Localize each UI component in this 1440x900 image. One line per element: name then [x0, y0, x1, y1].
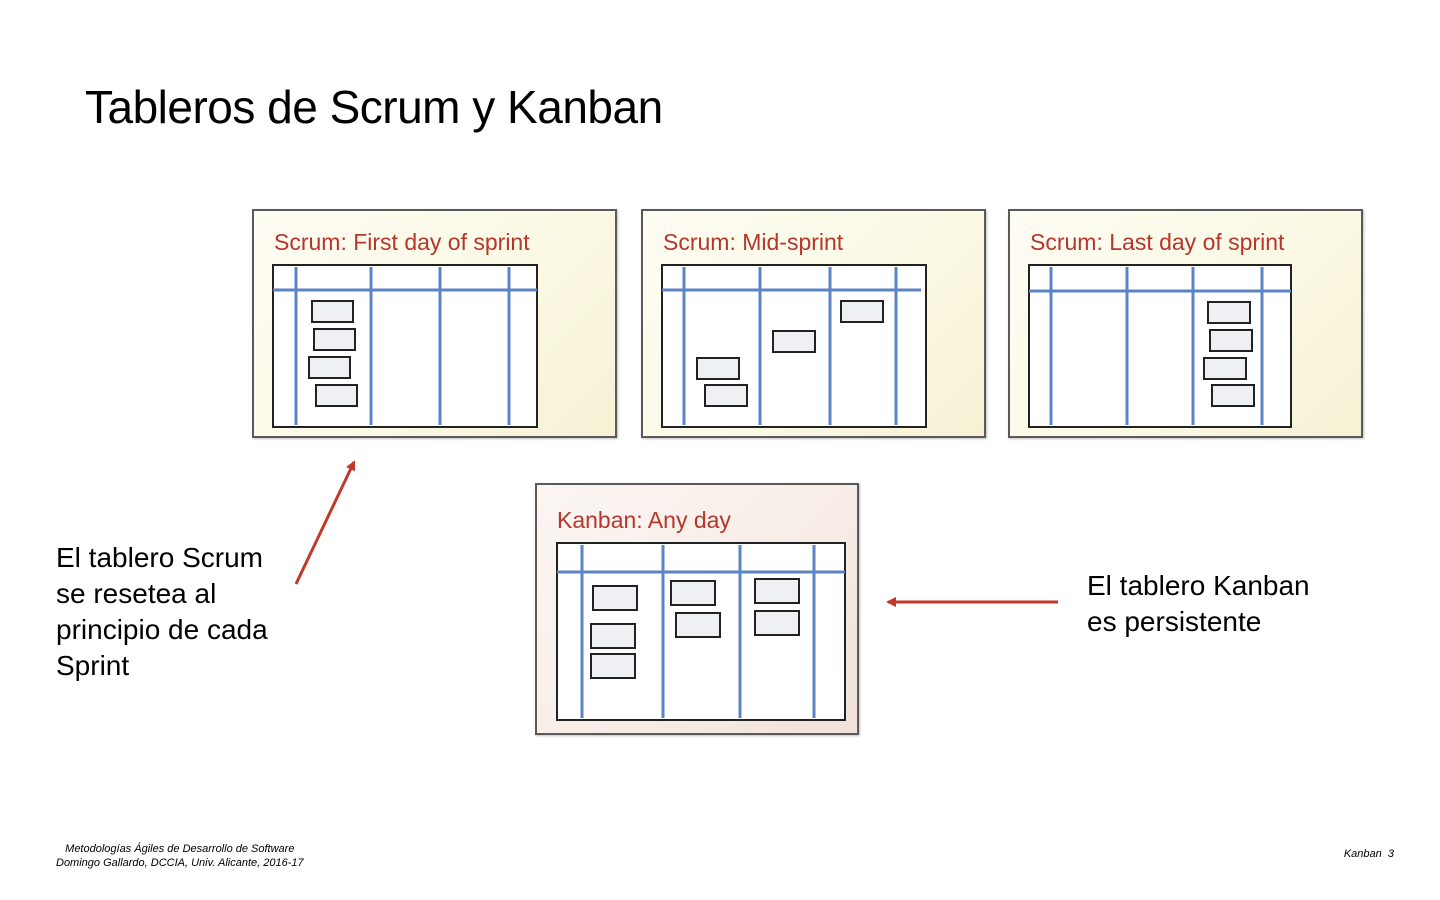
arrow-to-scrum-board — [294, 460, 356, 585]
slide: Tableros de Scrum y Kanban Scrum: First … — [0, 0, 1440, 900]
footer-page-info: Kanban 3 — [1344, 848, 1394, 860]
annotation-arrows — [294, 460, 1058, 607]
page-number: 3 — [1387, 848, 1394, 860]
note-line: es persistente — [1087, 606, 1262, 637]
note-line: El tablero Kanban — [1087, 570, 1310, 601]
note-scrum-reset: El tablero Scrum se resetea al principio… — [56, 540, 268, 684]
note-line: Sprint — [56, 650, 130, 681]
note-kanban-persistent: El tablero Kanban es persistente — [1087, 568, 1310, 640]
note-line: se resetea al — [56, 578, 217, 609]
footer-credits: Metodologías Ágiles de Desarrollo de Sof… — [56, 842, 304, 870]
note-line: El tablero Scrum — [56, 542, 263, 573]
footer-author: Domingo Gallardo, DCCIA, Univ. Alicante,… — [56, 857, 304, 869]
footer-course: Metodologías Ágiles de Desarrollo de Sof… — [65, 843, 295, 855]
note-line: principio de cada — [56, 614, 268, 645]
footer-section: Kanban — [1343, 848, 1382, 860]
